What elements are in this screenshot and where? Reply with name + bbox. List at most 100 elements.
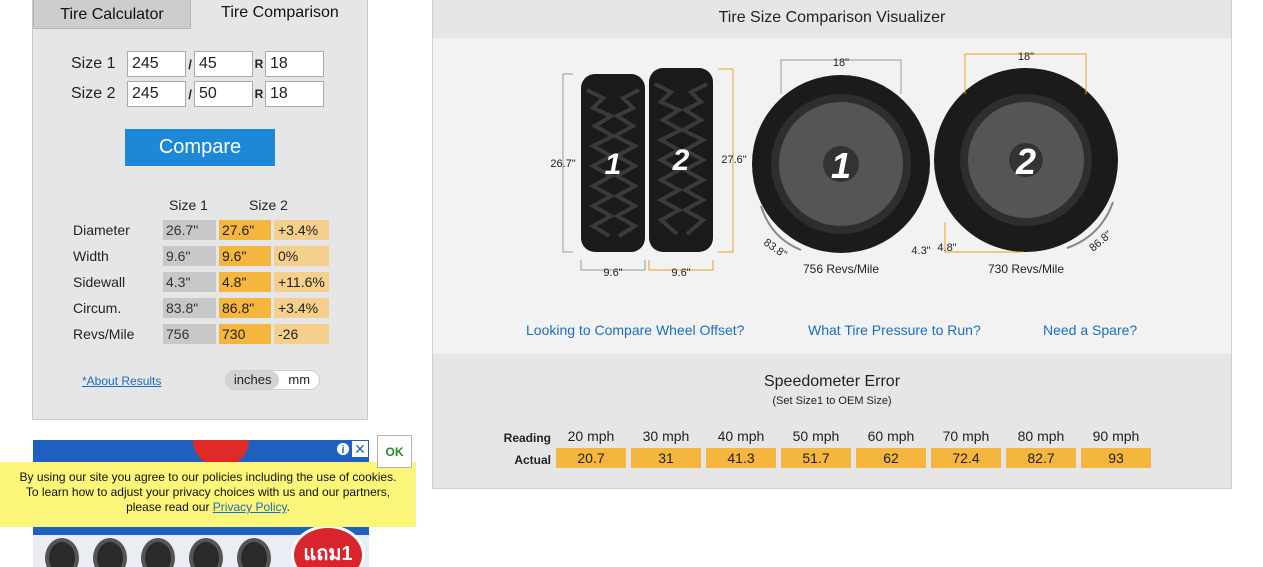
size-2-rim-input[interactable]: 18 [265, 81, 324, 107]
speed-reading: 90 mph [1092, 428, 1140, 444]
cookie-text-line: By using our site you agree to our polic… [19, 470, 397, 484]
speed-actual: 93 [1081, 448, 1151, 468]
rim-separator: R [254, 57, 264, 71]
tread-height-1: 26.7" [550, 158, 575, 170]
ad-promo-badge: แถม1 [291, 525, 365, 567]
cookie-banner: By using our site you agree to our polic… [0, 462, 416, 527]
size-2-value: 86.8" [219, 297, 271, 318]
results-row: Revs/Mile 756 730 -26 [73, 323, 332, 344]
size-2-value: 27.6" [219, 219, 271, 240]
size-2-value: 4.8" [219, 271, 271, 292]
speed-actual: 72.4 [931, 448, 1001, 468]
tire-tread-2: 2 [649, 68, 713, 252]
wheel-revs-2: 730 Revs/Mile [988, 262, 1064, 276]
size-1-value: 83.8" [163, 297, 216, 318]
wheel-label-1: 1 [831, 145, 851, 186]
wheel-revs-1: 756 Revs/Mile [803, 262, 879, 276]
visualizer-area: 26.7" 27.6" 1 2 9.6" 9.6" 1 18" 4.3" 83.… [433, 38, 1231, 354]
size-2-width-input[interactable]: 245 [127, 81, 186, 107]
results-header-size-1: Size 1 [169, 197, 208, 213]
tire-tread-1: 1 [581, 74, 645, 252]
wheel-sidewall-2: 4.8" [937, 242, 956, 254]
cookie-text-line: To learn how to adjust your privacy choi… [25, 485, 391, 499]
wheel-sidewall-1: 4.3" [911, 245, 930, 257]
speedometer-title: Speedometer Error [763, 373, 901, 390]
wheel-1: 1 [752, 75, 930, 253]
size-2-value: 730 [219, 323, 271, 344]
tread-label-2: 2 [672, 144, 690, 177]
speed-reading: 80 mph [1017, 428, 1065, 444]
speed-reading: 60 mph [867, 428, 915, 444]
about-results-link[interactable]: *About Results [82, 374, 161, 388]
results-row: Circum. 83.8" 86.8" +3.4% [73, 297, 332, 318]
size-1-width-input[interactable]: 245 [127, 51, 186, 77]
speed-actual: 51.7 [781, 448, 851, 468]
calculator-panel: Tire Calculator Tire Comparison Size 1 2… [32, 0, 368, 420]
size-2-value: 9.6" [219, 245, 271, 266]
speed-reading: 30 mph [642, 428, 690, 444]
compare-button[interactable]: Compare [125, 129, 275, 166]
wheel-rim-1: 18" [833, 57, 849, 69]
difference-value: 0% [274, 245, 329, 266]
results-row-label: Width [73, 247, 109, 264]
tab-tire-calculator[interactable]: Tire Calculator [33, 0, 191, 29]
tread-label-1: 1 [605, 148, 622, 181]
results-row-label: Circum. [73, 299, 122, 316]
results-row-label: Revs/Mile [73, 325, 135, 342]
results-row: Diameter 26.7" 27.6" +3.4% [73, 219, 332, 240]
privacy-policy-link[interactable]: Privacy Policy [213, 500, 287, 514]
ad-info-icon[interactable]: i [336, 442, 350, 456]
tread-width-2: 9.6" [671, 267, 690, 279]
difference-value: +3.4% [274, 297, 329, 318]
speed-reading: 20 mph [567, 428, 615, 444]
slash-separator: / [188, 86, 192, 102]
wheel-rim-2: 18" [1018, 51, 1034, 63]
visualizer-panel: Tire Size Comparison Visualizer 26.7" 27… [432, 0, 1232, 489]
speed-reading: 70 mph [942, 428, 990, 444]
speed-actual: 41.3 [706, 448, 776, 468]
results-row-label: Diameter [73, 221, 130, 238]
size-1-rim-input[interactable]: 18 [265, 51, 324, 77]
tab-tire-comparison[interactable]: Tire Comparison [191, 0, 369, 29]
tread-height-2: 27.6" [721, 154, 746, 166]
wheel-label-2: 2 [1015, 141, 1036, 182]
difference-value: +11.6% [274, 271, 329, 292]
difference-value: -26 [274, 323, 329, 344]
speed-actual: 62 [856, 448, 926, 468]
size-1-label: Size 1 [71, 55, 116, 72]
tire-pressure-link[interactable]: What Tire Pressure to Run? [808, 322, 981, 338]
results-row: Sidewall 4.3" 4.8" +11.6% [73, 271, 332, 292]
rim-separator: R [254, 87, 264, 101]
size-2-row: Size 2 245 / 50 R 18 [71, 81, 324, 107]
unit-inches-option[interactable]: inches [226, 371, 280, 389]
need-a-spare-link[interactable]: Need a Spare? [1043, 322, 1137, 338]
size-1-value: 26.7" [163, 219, 216, 240]
size-1-value: 756 [163, 323, 216, 344]
cookie-ok-button[interactable]: OK [377, 435, 412, 468]
speedometer-subtitle: (Set Size1 to OEM Size) [772, 395, 892, 407]
size-1-value: 4.3" [163, 271, 216, 292]
ad-close-icon[interactable]: ✕ [352, 441, 368, 457]
size-1-row: Size 1 245 / 45 R 18 [71, 51, 324, 77]
compare-wheel-offset-link[interactable]: Looking to Compare Wheel Offset? [526, 322, 744, 338]
results-row: Width 9.6" 9.6" 0% [73, 245, 332, 266]
size-1-aspect-input[interactable]: 45 [194, 51, 253, 77]
difference-value: +3.4% [274, 219, 329, 240]
tread-width-1: 9.6" [603, 267, 622, 279]
visualizer-title: Tire Size Comparison Visualizer [718, 9, 946, 26]
speed-actual: 20.7 [556, 448, 626, 468]
size-2-aspect-input[interactable]: 50 [194, 81, 253, 107]
cookie-text-line: please read our Privacy Policy. [0, 500, 416, 515]
slash-separator: / [188, 56, 192, 72]
tire-diagram: 26.7" 27.6" 1 2 9.6" 9.6" 1 18" 4.3" 83.… [550, 51, 1118, 279]
cookie-text-suffix: . [286, 500, 290, 514]
wheel-circum-2: 86.8" [1087, 229, 1114, 255]
unit-toggle[interactable]: inches mm [225, 370, 320, 390]
cookie-text-prefix: please read our [126, 500, 213, 514]
size-1-value: 9.6" [163, 245, 216, 266]
wheel-2: 2 [934, 68, 1118, 252]
speed-actual: 31 [631, 448, 701, 468]
unit-mm-option[interactable]: mm [279, 371, 319, 389]
size-2-label: Size 2 [71, 85, 116, 102]
speed-actual: 82.7 [1006, 448, 1076, 468]
